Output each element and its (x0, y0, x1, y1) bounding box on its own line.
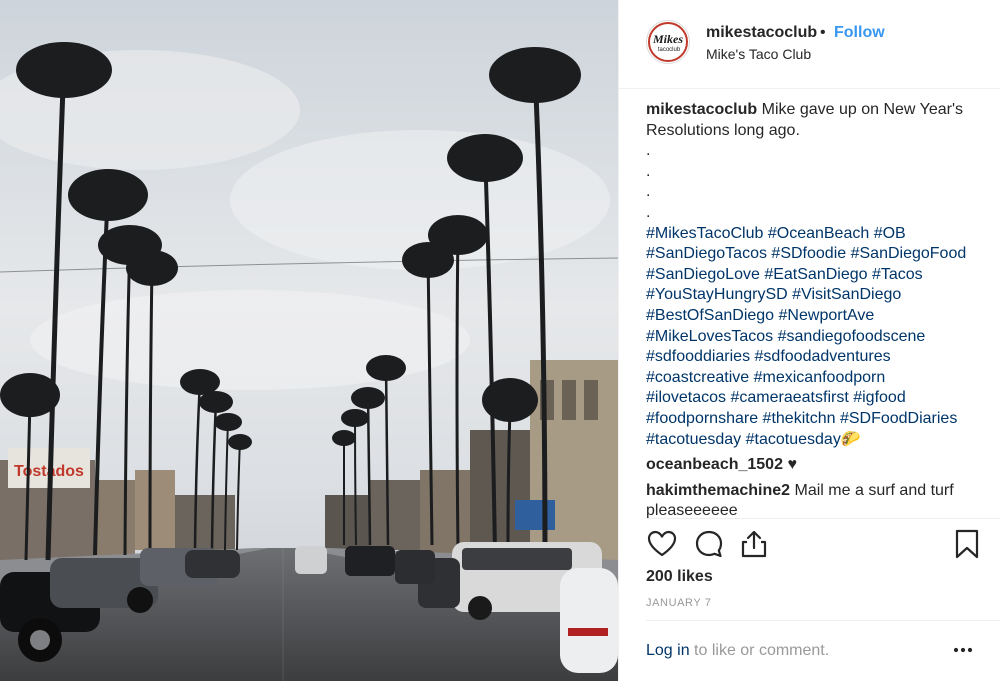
hashtag-link[interactable]: #MikesTacoClub (646, 225, 763, 242)
post-date[interactable]: JANUARY 7 (646, 597, 712, 609)
hashtag-link[interactable]: #mexicanfoodporn (754, 369, 886, 386)
more-options-icon[interactable] (951, 640, 975, 660)
hashtag-link[interactable]: #sdfooddiaries (646, 348, 750, 365)
hashtag-link[interactable]: #foodpornshare (646, 410, 758, 427)
hashtag-link[interactable]: #BestOfSanDiego (646, 307, 774, 324)
hashtag-link[interactable]: #SanDiegoFood (851, 245, 967, 262)
hashtag-link[interactable]: #EatSanDiego (764, 266, 867, 283)
avatar[interactable]: Mikes tacoclub (646, 20, 690, 64)
comment-item: oceanbeach_1502 ♥ (646, 455, 986, 476)
hashtag-list: #MikesTacoClub #OceanBeach #OB #SanDiego… (646, 224, 986, 451)
caption-username[interactable]: mikestacoclub (646, 101, 757, 118)
hashtag-link[interactable]: #tacotuesday (646, 431, 741, 448)
hashtag-link[interactable]: #SDfoodie (771, 245, 846, 262)
caption-dot: . (646, 203, 651, 221)
hashtag-link[interactable]: #igfood (853, 389, 906, 406)
hashtag-link[interactable]: #thekitchn (763, 410, 836, 427)
hashtag-link[interactable]: #ilovetacos (646, 389, 726, 406)
comments-list[interactable]: mikestacoclub Mike gave up on New Year's… (646, 100, 986, 518)
post-photo[interactable]: Tostados (0, 0, 618, 681)
header-full-name: Mike's Taco Club (706, 46, 812, 62)
caption-dot: . (646, 142, 651, 160)
comment-item: hakimthemachine2 Mail me a surf and turf… (646, 481, 986, 518)
footer-divider (646, 620, 1000, 621)
share-icon[interactable] (738, 528, 770, 560)
hashtag-link[interactable]: #coastcreative (646, 369, 749, 386)
comment-username[interactable]: hakimthemachine2 (646, 482, 790, 499)
caption-dot: . (646, 183, 651, 201)
action-bar (646, 528, 991, 560)
svg-text:Mikes: Mikes (652, 32, 683, 46)
hashtag-link[interactable]: #YouStayHungrySD (646, 286, 788, 303)
hashtag-link[interactable]: #OceanBeach (768, 225, 869, 242)
hashtag-link[interactable]: #OB (874, 225, 906, 242)
hashtag-link[interactable]: #Tacos (872, 266, 923, 283)
hashtag-link[interactable]: #NewportAve (779, 307, 875, 324)
hashtag-link[interactable]: #SDFoodDiaries (840, 410, 957, 427)
bookmark-icon[interactable] (951, 528, 983, 560)
post-header: Mikes tacoclub mikestacoclub • Follow Mi… (619, 0, 1000, 89)
hashtag-link[interactable]: #cameraeatsfirst (731, 389, 849, 406)
hashtag-link[interactable]: #sdfoodadventures (755, 348, 891, 365)
comment-username[interactable]: oceanbeach_1502 (646, 456, 783, 473)
post-side-panel: Mikes tacoclub mikestacoclub • Follow Mi… (618, 0, 1000, 681)
comment-icon[interactable] (693, 528, 725, 560)
comment-text: ♥ (787, 456, 797, 474)
street-photo-illustration: Tostados (0, 0, 618, 681)
caption-dot: . (646, 162, 651, 180)
instagram-post: Tostados Mikes tacoclub mikestacoclub • … (0, 0, 1000, 681)
section-divider (646, 518, 1000, 519)
caption-dots: . . . . (646, 141, 986, 223)
heart-icon[interactable] (646, 528, 678, 560)
login-prompt-text: to like or comment. (689, 642, 830, 659)
likes-count[interactable]: 200 likes (646, 568, 713, 586)
login-link[interactable]: Log in (646, 642, 690, 659)
hashtag-link[interactable]: #SanDiegoTacos (646, 245, 767, 262)
hashtag-link[interactable]: #MikeLovesTacos (646, 328, 773, 345)
hashtag-link[interactable]: #VisitSanDiego (792, 286, 901, 303)
login-prompt: Log in to like or comment. (646, 642, 829, 660)
svg-text:tacoclub: tacoclub (658, 47, 681, 53)
mikes-taco-club-logo-icon: Mikes tacoclub (648, 22, 688, 62)
hashtag-link[interactable]: #tacotuesday🌮 (746, 431, 861, 448)
follow-button[interactable]: Follow (834, 24, 885, 42)
header-username[interactable]: mikestacoclub (706, 24, 817, 42)
hashtag-link[interactable]: #sandiegofoodscene (778, 328, 926, 345)
hashtag-link[interactable]: #SanDiegoLove (646, 266, 760, 283)
caption: mikestacoclub Mike gave up on New Year's… (646, 100, 986, 141)
separator-dot: • (820, 24, 826, 41)
